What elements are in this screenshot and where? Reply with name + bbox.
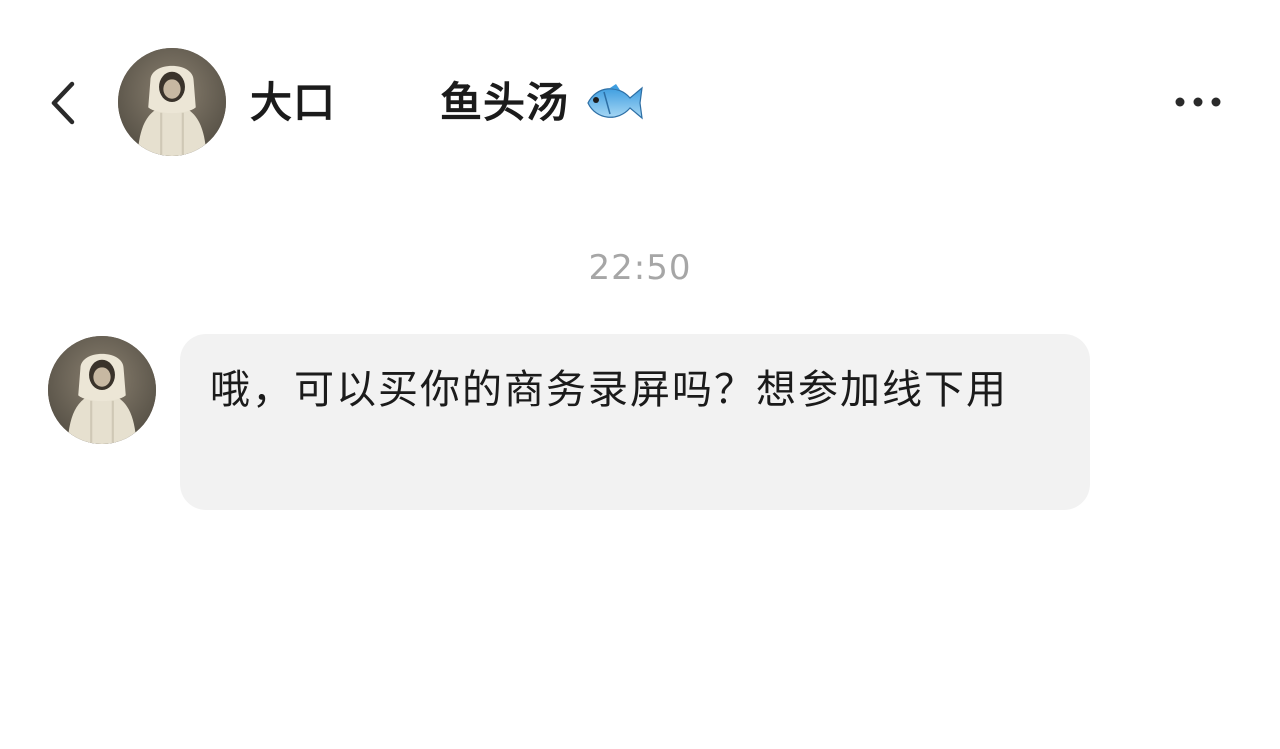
sender-avatar[interactable] xyxy=(48,336,156,444)
avatar-image xyxy=(48,336,156,444)
group-name: 鱼头汤 xyxy=(440,78,570,127)
more-button[interactable] xyxy=(1168,88,1228,116)
back-button[interactable] xyxy=(44,78,88,128)
more-dots-icon xyxy=(1175,97,1221,107)
chevron-left-icon xyxy=(51,81,75,125)
contact-avatar[interactable] xyxy=(118,48,226,156)
contact-name: 大口 xyxy=(250,78,337,127)
fish-icon xyxy=(584,78,646,128)
message-timestamp: 22:50 xyxy=(588,248,692,288)
message-row: 哦，可以买你的商务录屏吗？想参加线下用 xyxy=(0,330,1280,530)
chat-header: 大口 鱼头汤 xyxy=(0,0,1280,200)
avatar-image xyxy=(118,48,226,156)
message-bubble[interactable]: 哦，可以买你的商务录屏吗？想参加线下用 xyxy=(180,334,1090,510)
